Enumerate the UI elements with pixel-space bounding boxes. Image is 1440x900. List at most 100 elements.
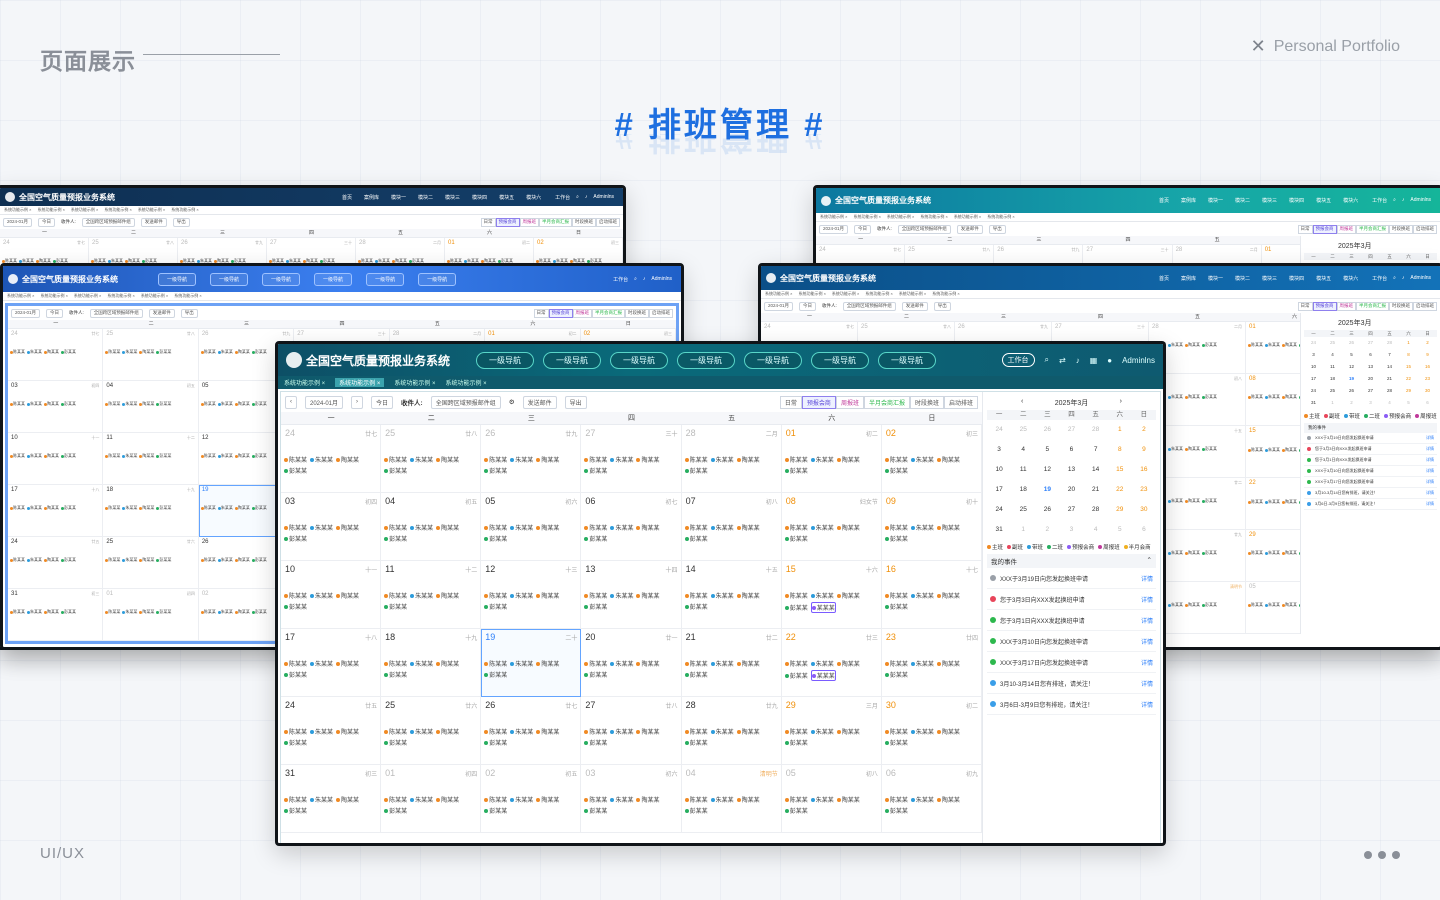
shift-tag[interactable]: 陈某某: [784, 727, 808, 736]
shift-tag[interactable]: 彭某某: [284, 738, 307, 747]
mini-day[interactable]: 2: [1035, 520, 1059, 540]
shift-tag[interactable]: 朱某某: [910, 523, 934, 532]
page-tab[interactable]: 系统功能示例 ×: [174, 293, 201, 299]
shift-tag[interactable]: 彭某某: [284, 602, 307, 611]
mini-day[interactable]: 26: [1035, 420, 1059, 440]
page-tab[interactable]: 系统功能示例 ×: [446, 378, 487, 387]
calendar-day[interactable]: 05 初六陈某某 朱某某 陶某某彭某某: [481, 493, 582, 561]
mini-day[interactable]: 6: [1361, 349, 1380, 361]
event-item[interactable]: 3月6日-3月9日您有排班，请关注！ 详情: [1304, 499, 1437, 510]
shift-tag[interactable]: 朱某某: [910, 659, 934, 668]
shift-tag[interactable]: 朱某某: [810, 591, 834, 600]
export-button[interactable]: 导出: [988, 224, 1006, 234]
shift-tag[interactable]: 朱某某: [1168, 446, 1183, 452]
nav-item[interactable]: 案例库: [364, 194, 379, 201]
shift-tag[interactable]: 陶某某: [1185, 342, 1200, 348]
view-tab[interactable]: 半月会商汇报: [1356, 224, 1389, 234]
shift-tag[interactable]: 陈某某: [484, 591, 507, 600]
shift-tag[interactable]: 陶某某: [436, 523, 459, 532]
view-tab[interactable]: 启动排班: [943, 395, 978, 409]
shift-tag[interactable]: 陶某某: [936, 591, 960, 600]
shift-tag[interactable]: 朱某某: [710, 591, 734, 600]
shift-tag[interactable]: 彭某某: [584, 534, 607, 543]
mini-day[interactable]: 24: [1304, 385, 1323, 397]
shift-tag[interactable]: 朱某某: [217, 349, 233, 355]
calendar-day[interactable]: 03初四陈某某朱某某陶某某彭某某: [281, 493, 382, 561]
mini-day[interactable]: 2: [1342, 397, 1361, 409]
view-tab[interactable]: 启动排班: [649, 308, 673, 318]
calendar-day[interactable]: 10十一陈某某朱某某陶某某彭某某: [8, 433, 104, 485]
shift-tag[interactable]: 彭某某: [884, 806, 908, 815]
detail-link[interactable]: 详情: [1426, 501, 1434, 507]
view-tab[interactable]: 周报班: [572, 308, 592, 318]
shift-tag[interactable]: 彭某某: [156, 349, 171, 355]
shift-tag[interactable]: 彭某某: [384, 602, 407, 611]
shift-tag[interactable]: 陈某某: [284, 591, 307, 600]
calendar-day[interactable]: 02 初三陈某某 朱某某 陶某某彭某某: [881, 425, 982, 493]
mini-day[interactable]: 8: [1399, 349, 1418, 361]
bell-icon[interactable]: ♪: [1402, 275, 1405, 282]
shift-tag[interactable]: 彭某某: [484, 806, 507, 815]
shift-tag[interactable]: 朱某某: [217, 609, 233, 615]
event-item[interactable]: 您于3月3日向XXX发起换班申请 详情: [1304, 444, 1437, 455]
mini-day[interactable]: 25: [1323, 385, 1342, 397]
today-button[interactable]: 今日: [46, 308, 64, 318]
shift-tag[interactable]: 陶某某: [636, 727, 659, 736]
shift-tag[interactable]: 彭某某: [1202, 498, 1217, 504]
mini-day[interactable]: 20: [1059, 480, 1083, 500]
shift-tag[interactable]: 陶某某: [234, 401, 250, 407]
calendar-day[interactable]: 03初四陈某某朱某某陶某某彭某某: [8, 381, 104, 433]
shift-tag[interactable]: 朱某某: [1168, 550, 1183, 556]
user-name[interactable]: Adminlns: [651, 276, 672, 283]
mini-day[interactable]: 17: [987, 480, 1011, 500]
mini-day[interactable]: 26: [1035, 500, 1059, 520]
month-picker[interactable]: 2024-01月: [3, 217, 33, 227]
nav-item[interactable]: 一级导航: [418, 272, 457, 286]
search-icon[interactable]: ⌕: [576, 194, 579, 201]
mini-day[interactable]: 27: [1361, 385, 1380, 397]
shift-tag[interactable]: 彭某某: [251, 349, 267, 355]
shift-tag[interactable]: 陶某某: [139, 349, 154, 355]
collapse-icon[interactable]: ⌃: [1147, 556, 1152, 566]
nav-item[interactable]: 首页: [342, 194, 352, 201]
page-tab[interactable]: 系统功能示例 ×: [107, 293, 134, 299]
shift-tag[interactable]: 朱某某: [122, 557, 137, 563]
view-tab[interactable]: 周报班: [835, 395, 864, 409]
view-tab[interactable]: 时段换班: [1389, 224, 1413, 234]
shift-tag[interactable]: 陈某某: [684, 795, 708, 804]
export-button[interactable]: 导出: [180, 308, 198, 318]
view-tab[interactable]: 日常: [480, 217, 496, 227]
shift-tag[interactable]: 朱某某: [122, 453, 137, 459]
shift-tag[interactable]: 陈某某: [884, 591, 908, 600]
calendar-day[interactable]: 10十一陈某某朱某某陶某某彭某某: [281, 561, 382, 629]
shift-tag[interactable]: 朱某某: [1265, 550, 1280, 556]
nav-item[interactable]: 一级导航: [543, 351, 602, 369]
calendar-day[interactable]: 08 妇女节陈某某 朱某某 陶某某彭某某: [781, 493, 882, 561]
detail-link[interactable]: 详情: [1141, 637, 1153, 646]
view-tab[interactable]: 日常: [1297, 224, 1313, 234]
shift-tag[interactable]: 彭某某: [251, 453, 267, 459]
shift-tag[interactable]: 彭某某: [584, 806, 607, 815]
shift-tag[interactable]: 彭某某: [784, 534, 808, 543]
shift-tag[interactable]: 朱某某: [710, 455, 734, 464]
shift-tag[interactable]: 朱某某: [610, 659, 633, 668]
mini-day[interactable]: 14: [1380, 361, 1399, 373]
detail-link[interactable]: 详情: [1426, 490, 1434, 496]
detail-link[interactable]: 详情: [1426, 435, 1434, 441]
page-tab[interactable]: 系统功能示例 ×: [798, 291, 825, 297]
view-tab[interactable]: 半月会商汇报: [863, 395, 910, 409]
shift-tag[interactable]: 陶某某: [836, 523, 860, 532]
shift-tag[interactable]: 朱某某: [217, 401, 233, 407]
shift-tag[interactable]: 陶某某: [336, 523, 359, 532]
event-item[interactable]: XXX于3月10日向您发起换班申请 详情: [987, 631, 1156, 652]
shift-tag[interactable]: 陈某某: [1248, 342, 1263, 348]
shift-tag[interactable]: 朱某某: [710, 727, 734, 736]
shift-tag[interactable]: 朱某某: [610, 727, 633, 736]
shift-tag[interactable]: 陶某某: [336, 795, 359, 804]
calendar-day[interactable]: 19 二十陈某某 朱某某 陶某某彭某某: [481, 629, 582, 697]
page-tab[interactable]: 系统功能示例 ×: [899, 291, 926, 297]
shift-tag[interactable]: 彭某某: [384, 466, 407, 475]
shift-tag[interactable]: 陈某某: [484, 659, 507, 668]
view-tab[interactable]: 启动排班: [596, 217, 620, 227]
mini-day[interactable]: 11: [1323, 361, 1342, 373]
